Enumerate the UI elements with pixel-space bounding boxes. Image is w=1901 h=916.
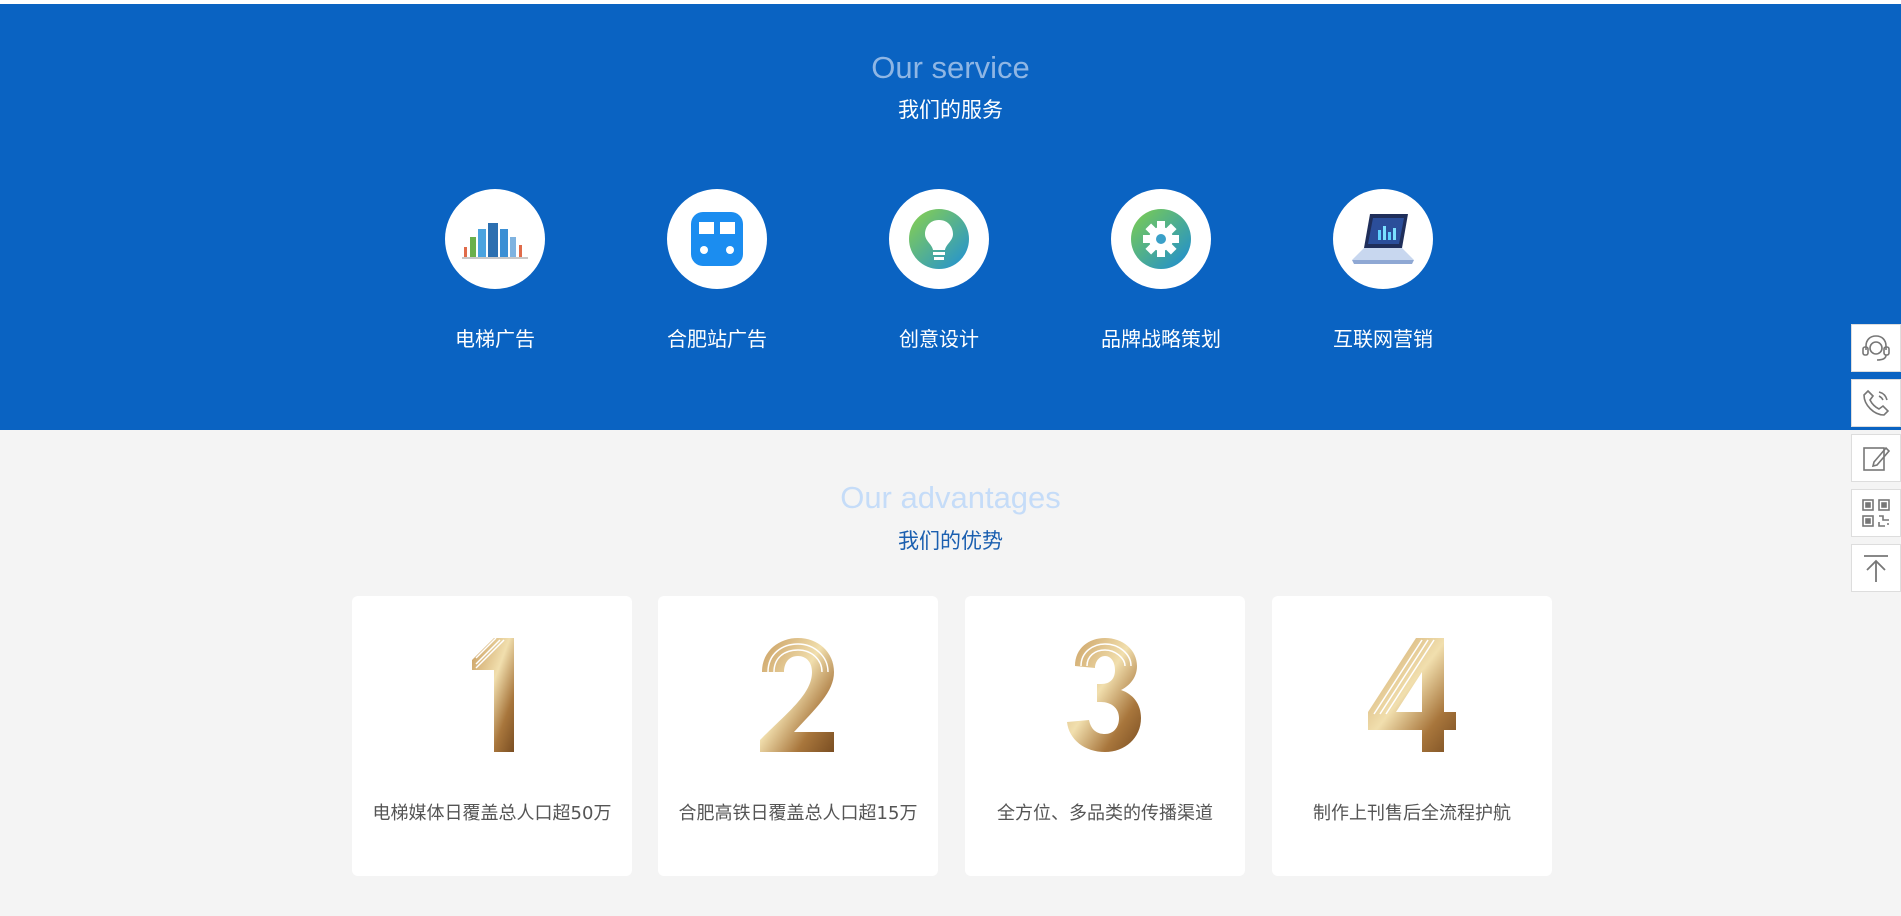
service-icon-circle [1111, 189, 1211, 289]
phone-button[interactable] [1851, 379, 1901, 427]
service-icon-circle [445, 189, 545, 289]
advantage-card[interactable]: 电梯媒体日覆盖总人口超50万 [352, 596, 632, 876]
qr-code-icon [1862, 499, 1890, 527]
qr-code-button[interactable] [1851, 489, 1901, 537]
service-item-hefei-station-ads[interactable]: 合肥站广告 [617, 189, 817, 359]
service-item-label: 合肥站广告 [667, 327, 767, 351]
service-section: Our service 我们的服务 电梯广告 合肥站广告 创意设计 品牌战略策划… [0, 4, 1901, 430]
phone-icon [1863, 389, 1890, 416]
service-title-en: Our service [871, 50, 1030, 85]
service-icon-circle [1333, 189, 1433, 289]
back-to-top-icon [1864, 555, 1888, 582]
advantages-title-en: Our advantages [840, 480, 1061, 515]
service-item-label: 互联网营销 [1333, 327, 1433, 351]
laptop-icon [1352, 214, 1414, 264]
service-item-elevator-ads[interactable]: 电梯广告 [395, 189, 595, 359]
customer-service-button[interactable] [1851, 324, 1901, 372]
service-item-internet-marketing[interactable]: 互联网营销 [1283, 189, 1483, 359]
service-icon-circle [667, 189, 767, 289]
advantages-title-cn: 我们的优势 [898, 529, 1003, 553]
service-title-cn: 我们的服务 [898, 98, 1003, 122]
service-item-brand-strategy[interactable]: 品牌战略策划 [1061, 189, 1261, 359]
advantage-card[interactable]: 全方位、多品类的传播渠道 [965, 596, 1245, 876]
back-to-top-button[interactable] [1851, 544, 1901, 592]
advantage-number-1 [352, 636, 632, 756]
bar-chart-icon [462, 223, 528, 259]
advantage-card[interactable]: 制作上刊售后全流程护航 [1272, 596, 1552, 876]
service-item-label: 创意设计 [899, 327, 979, 351]
advantage-number-2 [658, 636, 938, 756]
customer-service-icon [1862, 335, 1890, 361]
service-item-label: 电梯广告 [455, 327, 535, 351]
advantage-text: 全方位、多品类的传播渠道 [997, 803, 1213, 824]
service-item-label: 品牌战略策划 [1101, 327, 1221, 351]
edit-button[interactable] [1851, 434, 1901, 482]
gear-icon [1131, 209, 1191, 269]
advantage-card[interactable]: 合肥高铁日覆盖总人口超15万 [658, 596, 938, 876]
advantage-text: 合肥高铁日覆盖总人口超15万 [678, 803, 918, 824]
service-item-creative-design[interactable]: 创意设计 [839, 189, 1039, 359]
advantage-text: 电梯媒体日覆盖总人口超50万 [372, 803, 612, 824]
lightbulb-icon [909, 209, 969, 269]
advantage-number-3 [965, 636, 1245, 756]
edit-icon [1863, 446, 1891, 471]
service-icon-circle [889, 189, 989, 289]
advantage-text: 制作上刊售后全流程护航 [1313, 803, 1511, 824]
advantage-number-4 [1272, 636, 1552, 756]
train-icon [691, 212, 743, 266]
